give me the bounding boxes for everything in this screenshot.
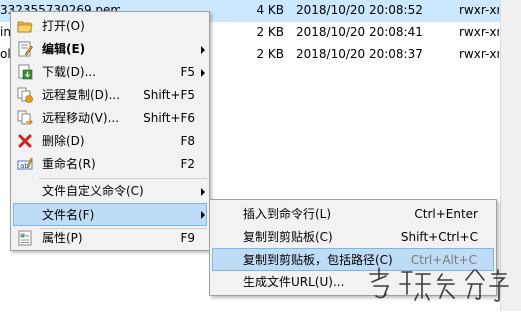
properties-icon	[17, 230, 33, 246]
submenu-arrow-icon	[201, 46, 205, 54]
edit-icon	[17, 41, 33, 57]
menu-separator	[39, 178, 207, 179]
submenu-item-label: 插入到命令行(L)	[243, 207, 332, 221]
menu-item-remote-copy[interactable]: 远程复制(D)... Shift+F5	[13, 84, 207, 107]
submenu-item-shortcut: Ctrl+Enter	[414, 207, 478, 221]
submenu-item-label: 生成文件URL(U)...	[243, 275, 345, 289]
menu-item-download[interactable]: 下载(D)... F5	[13, 61, 207, 84]
remote-copy-icon	[17, 87, 33, 103]
menu-item-label: 文件自定义命令(C)	[42, 184, 144, 198]
submenu-item-shortcut: Shift+Ctrl+C	[400, 230, 478, 244]
file-size: 4 KB	[256, 3, 284, 17]
rename-icon: ab	[17, 156, 33, 172]
menu-item-open[interactable]: 打开(O)	[13, 15, 207, 38]
menu-item-delete[interactable]: 删除(D) F8	[13, 130, 207, 153]
file-permissions: rwxr-xr	[459, 25, 499, 39]
menu-item-label: 打开(O)	[42, 19, 85, 33]
file-size: 2 KB	[256, 25, 284, 39]
file-permissions: rwxr-xr	[459, 47, 499, 61]
file-size: 2 KB	[256, 47, 284, 61]
remote-move-icon	[17, 110, 33, 126]
menu-item-shortcut: F5	[180, 65, 195, 79]
submenu-arrow-icon	[201, 211, 205, 219]
menu-item-custom-commands[interactable]: 文件自定义命令(C)	[13, 180, 207, 203]
menu-item-label: 远程复制(D)...	[42, 88, 121, 102]
file-date: 2018/10/20 20:08:41	[296, 25, 423, 39]
delete-icon	[17, 133, 33, 149]
context-menu: 打开(O) 编辑(E) 下载(D)... F5 远程复制(D)... Shift…	[10, 11, 210, 251]
submenu-item-label: 复制到剪贴板(C)	[243, 230, 333, 244]
file-permissions: rwxr-xr	[459, 3, 499, 17]
submenu-arrow-icon	[201, 188, 205, 196]
submenu-arrow-icon	[201, 69, 205, 77]
menu-item-shortcut: F9	[180, 231, 195, 245]
menu-item-label: 文件名(F)	[42, 208, 95, 222]
submenu-item-insert-to-command-line[interactable]: 插入到命令行(L) Ctrl+Enter	[212, 203, 494, 226]
menu-item-rename[interactable]: ab 重命名(R) F2	[13, 153, 207, 176]
menu-item-label: 编辑(E)	[42, 42, 86, 56]
download-icon	[17, 64, 33, 80]
menu-item-shortcut: F2	[180, 157, 195, 171]
menu-item-file-names[interactable]: 文件名(F)	[13, 203, 207, 226]
file-date: 2018/10/20 20:08:52	[296, 3, 423, 17]
menu-item-shortcut: Shift+F5	[143, 88, 195, 102]
watermark-logo	[364, 260, 514, 306]
menu-item-edit[interactable]: 编辑(E)	[13, 38, 207, 61]
menu-item-remote-move[interactable]: 远程移动(V)... Shift+F6	[13, 107, 207, 130]
file-date: 2018/10/20 20:08:37	[296, 47, 423, 61]
menu-item-label: 删除(D)	[42, 134, 85, 148]
menu-item-shortcut: Shift+F6	[143, 111, 195, 125]
menu-item-shortcut: F8	[180, 134, 195, 148]
submenu-item-copy-to-clipboard[interactable]: 复制到剪贴板(C) Shift+Ctrl+C	[212, 226, 494, 249]
folder-open-icon	[17, 18, 33, 34]
menu-item-properties[interactable]: 属性(P) F9	[13, 227, 207, 250]
menu-item-label: 重命名(R)	[42, 157, 96, 171]
menu-item-label: 下载(D)...	[42, 65, 97, 79]
menu-item-label: 远程移动(V)...	[42, 111, 120, 125]
menu-item-label: 属性(P)	[42, 231, 83, 245]
